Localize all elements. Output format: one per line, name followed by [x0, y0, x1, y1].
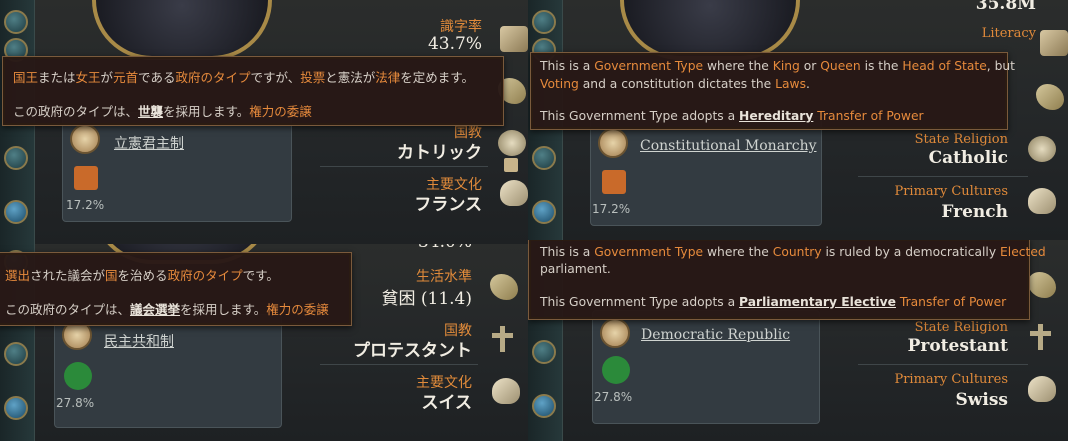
tooltip-line-1: 国王または女王が元首である政府のタイプですが、投票と憲法が法律を定めます。 — [13, 70, 475, 85]
theater-mask-icon — [500, 180, 528, 206]
panel-en-monarchy: 35.8M Literacy Constitutional Monarchy 1… — [528, 0, 1068, 240]
tooltip-line-2: parliament. — [540, 262, 611, 276]
panel-ja-republic: 34.0% 生活水準 貧困 (11.4) 民主共和制 27.8% 国教 プロテス… — [0, 244, 528, 441]
scroll-icon[interactable] — [532, 340, 556, 364]
power-pct: 27.8% — [594, 390, 633, 404]
culture-label: Primary Cultures — [894, 372, 1008, 387]
tooltip-line-1: This is a Government Type where the King… — [540, 59, 1016, 73]
transfer-of-power-link[interactable]: Transfer of Power — [817, 109, 923, 123]
government-type-link[interactable]: 民主共和制 — [104, 331, 174, 351]
lightbulb-icon[interactable] — [532, 10, 556, 34]
tooltip-line-1: 選出された議会が国を治める政府のタイプです。 — [5, 268, 279, 283]
tree-icon — [64, 362, 92, 390]
panel-ja-monarchy: 識字率 43.7% 立憲君主制 17.2% 国教 カトリック 主要文化 フランス… — [0, 0, 528, 244]
tooltip-line-3: This Government Type adopts a Parliament… — [540, 295, 1007, 309]
theater-mask-icon — [1028, 376, 1056, 402]
government-icon — [70, 124, 100, 154]
literacy-label: Literacy — [981, 26, 1036, 41]
scroll-small-icon — [504, 158, 518, 172]
transfer-of-power-link[interactable]: 権力の委譲 — [266, 302, 329, 317]
tooltip-line-2: この政府のタイプは、世襲を採用します。権力の委譲 — [13, 104, 312, 119]
divider — [320, 166, 488, 167]
culture-value: French — [941, 202, 1008, 222]
theater-mask-icon — [1028, 188, 1056, 214]
theater-mask-icon — [492, 378, 520, 404]
tooltip-line-3: This Government Type adopts a Hereditary… — [540, 109, 924, 123]
culture-value: Swiss — [955, 390, 1008, 410]
sol-value: 貧困 (11.4) — [381, 289, 472, 309]
literacy-label: 識字率 — [440, 19, 482, 35]
cross-icon — [488, 326, 516, 352]
power-pct: 17.2% — [592, 202, 631, 216]
scroll-icon[interactable] — [532, 146, 556, 170]
wheat-icon — [1036, 84, 1064, 110]
sol-label: 生活水準 — [416, 269, 472, 285]
tree-icon — [602, 356, 630, 384]
globe-icon[interactable] — [4, 200, 28, 224]
power-pct: 27.8% — [56, 396, 95, 410]
culture-value: スイス — [421, 393, 473, 413]
population-value: 35.8M — [975, 0, 1036, 14]
culture-value: フランス — [414, 195, 482, 215]
religion-value: プロテスタント — [353, 341, 472, 361]
religion-value: カトリック — [397, 143, 482, 163]
literacy-value: 43.7% — [427, 34, 482, 54]
government-icon — [600, 318, 630, 348]
religion-value: Protestant — [907, 336, 1008, 356]
panel-en-republic: Democratic Republic 27.8% State Religion… — [528, 240, 1068, 441]
government-type-link[interactable]: Democratic Republic — [641, 327, 790, 343]
wheat-icon — [490, 274, 518, 300]
transfer-of-power-link[interactable]: Transfer of Power — [900, 295, 1006, 309]
globe-icon[interactable] — [4, 396, 28, 420]
cross-icon — [1026, 324, 1054, 350]
literacy-value: 34.0% — [418, 244, 472, 252]
globe-icon[interactable] — [532, 200, 556, 224]
keys-icon — [1028, 136, 1056, 162]
government-icon — [598, 128, 628, 158]
religion-label: State Religion — [914, 320, 1008, 335]
tooltip-line-1: This is a Government Type where the Coun… — [540, 245, 1046, 259]
tooltip-line-2: この政府のタイプは、議会選挙を採用します。権力の委譲 — [5, 302, 329, 317]
divider — [858, 364, 1028, 365]
hands-icon — [602, 170, 626, 194]
government-tooltip: 国王または女王が元首である政府のタイプですが、投票と憲法が法律を定めます。 この… — [2, 56, 504, 126]
religion-value: Catholic — [928, 148, 1008, 168]
culture-label: Primary Cultures — [894, 184, 1008, 199]
tooltip-line-2: Voting and a constitution dictates the L… — [540, 77, 810, 91]
divider — [858, 176, 1028, 177]
religion-label: State Religion — [914, 132, 1008, 147]
lightbulb-icon[interactable] — [4, 10, 28, 34]
wheat-icon — [1028, 272, 1056, 298]
keys-icon — [498, 130, 526, 156]
power-pct: 17.2% — [66, 198, 105, 212]
ruler-portrait[interactable] — [92, 0, 272, 60]
hands-icon — [74, 166, 98, 190]
divider — [320, 364, 478, 365]
government-type-link[interactable]: 立憲君主制 — [114, 133, 184, 153]
government-tooltip: 選出された議会が国を治める政府のタイプです。 この政府のタイプは、議会選挙を採用… — [0, 252, 352, 326]
government-tooltip: This is a Government Type where the King… — [530, 52, 1015, 130]
globe-icon[interactable] — [532, 394, 556, 418]
government-type-link[interactable]: Constitutional Monarchy — [640, 138, 817, 154]
transfer-of-power-link[interactable]: 権力の委譲 — [249, 104, 312, 119]
scroll-icon[interactable] — [4, 146, 28, 170]
book-icon — [500, 26, 528, 52]
government-tooltip: This is a Government Type where the Coun… — [528, 240, 1046, 320]
scroll-icon[interactable] — [4, 342, 28, 366]
ruler-portrait[interactable] — [620, 0, 800, 60]
book-icon — [1040, 30, 1068, 56]
